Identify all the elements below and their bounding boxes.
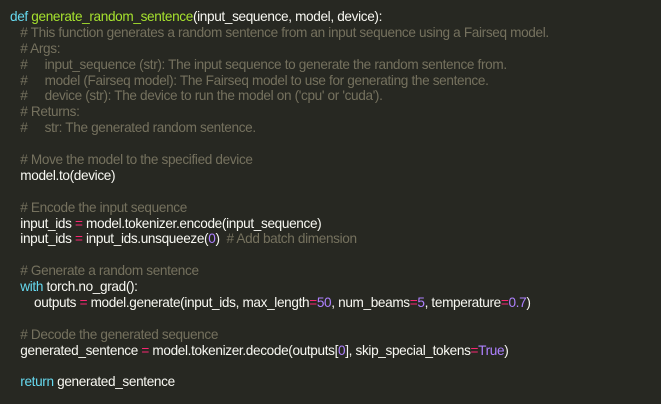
code-token-comment: # Encode the input sequence: [10, 199, 187, 215]
code-line: model.to(device): [10, 168, 661, 184]
code-line: ​: [10, 136, 661, 152]
code-token-comment: # Add batch dimension: [226, 231, 358, 247]
code-line: # str: The generated random sentence.: [10, 120, 661, 136]
code-token-plain: torch.no_grad():: [43, 279, 138, 295]
code-line: # Generate a random sentence: [10, 263, 661, 279]
code-token-comment: # str: The generated random sentence.: [10, 120, 256, 136]
code-token-plain: ): [504, 342, 509, 358]
code-line: ​: [10, 247, 661, 263]
code-token-comment: # Returns:: [10, 104, 80, 120]
code-token-comment: # Decode the generated sequence: [10, 326, 219, 342]
code-line: # Decode the generated sequence: [10, 327, 661, 343]
code-line: # Move the model to the specified device: [10, 152, 661, 168]
code-line: return generated_sentence: [10, 374, 661, 390]
code-token-comment: # model (Fairseq model): The Fairseq mod…: [10, 72, 489, 88]
code-token-comment: # Args:: [10, 40, 61, 56]
code-token-plain: input_ids: [10, 231, 75, 247]
code-token-plain: generated_sentence: [53, 374, 175, 390]
code-line: # Args:: [10, 41, 661, 57]
code-line: ​: [10, 311, 661, 327]
code-line: # model (Fairseq model): The Fairseq mod…: [10, 73, 661, 89]
code-token-operator: =: [470, 342, 479, 358]
code-token-operator: =: [141, 342, 149, 358]
code-token-keyword: with: [20, 279, 44, 295]
code-line: # This function generates a random sente…: [10, 25, 661, 41]
code-token-keyword: def: [10, 9, 28, 24]
code-line: input_ids = input_ids.unsqueeze(0) # Add…: [10, 231, 661, 247]
code-token-operator: =: [74, 215, 83, 231]
code-token-number: 50: [316, 295, 332, 311]
code-token-function: generate_random_sentence: [31, 9, 193, 24]
code-token-plain: input_ids.unsqueeze(: [82, 231, 209, 247]
code-token-plain: outputs: [10, 295, 80, 311]
code-token-comment: # Generate a random sentence: [10, 263, 199, 279]
code-token-number: 0.7: [508, 295, 527, 311]
code-token-comment: # Move the model to the specified device: [10, 152, 253, 168]
code-line: input_ids = model.tokenizer.encode(input…: [10, 216, 661, 232]
code-token-plain: model.tokenizer.encode(input_sequence): [82, 215, 322, 231]
code-line: # Returns:: [10, 104, 661, 120]
code-token-comment: # input_sequence (str): The input sequen…: [10, 56, 507, 72]
code-token-comment: # This function generates a random sente…: [10, 24, 549, 40]
code-token-keyword: return: [20, 374, 54, 390]
code-line: with torch.no_grad():: [10, 279, 661, 295]
code-token-comment: # device (str): The device to run the mo…: [10, 88, 383, 104]
code-token-plain: ): [215, 231, 227, 247]
code-line: ​: [10, 359, 661, 375]
code-token-plain: , temperature: [424, 295, 502, 311]
code-token-operator: =: [74, 231, 83, 247]
code-token-plain: model.tokenizer.decode(outputs[: [148, 342, 339, 358]
code-token-plain: generated_sentence: [10, 342, 142, 358]
code-token-plain: ): [526, 295, 531, 311]
code-token-number: 5: [417, 295, 425, 311]
code-token-plain: model.generate(input_ids, max_length: [87, 295, 310, 311]
code-line: # input_sequence (str): The input sequen…: [10, 57, 661, 73]
code-editor[interactable]: def generate_random_sentence(input_seque…: [0, 0, 661, 404]
code-line: generated_sentence = model.tokenizer.dec…: [10, 343, 661, 359]
code-line: outputs = model.generate(input_ids, max_…: [10, 295, 661, 311]
code-token-plain: input_ids: [10, 215, 75, 231]
code-line: ​: [10, 184, 661, 200]
code-line: # device (str): The device to run the mo…: [10, 88, 661, 104]
code-token-operator: =: [309, 295, 317, 311]
code-line: def generate_random_sentence(input_seque…: [10, 9, 661, 25]
code-token-constant: True: [478, 342, 505, 358]
code-token-plain: model.to(device): [10, 167, 116, 183]
code-token-plain: , num_beams: [331, 295, 410, 311]
code-token-plain: (input_sequence, model, device):: [192, 9, 383, 24]
code-line: # Encode the input sequence: [10, 200, 661, 216]
code-token-plain: ], skip_special_tokens: [345, 342, 471, 358]
